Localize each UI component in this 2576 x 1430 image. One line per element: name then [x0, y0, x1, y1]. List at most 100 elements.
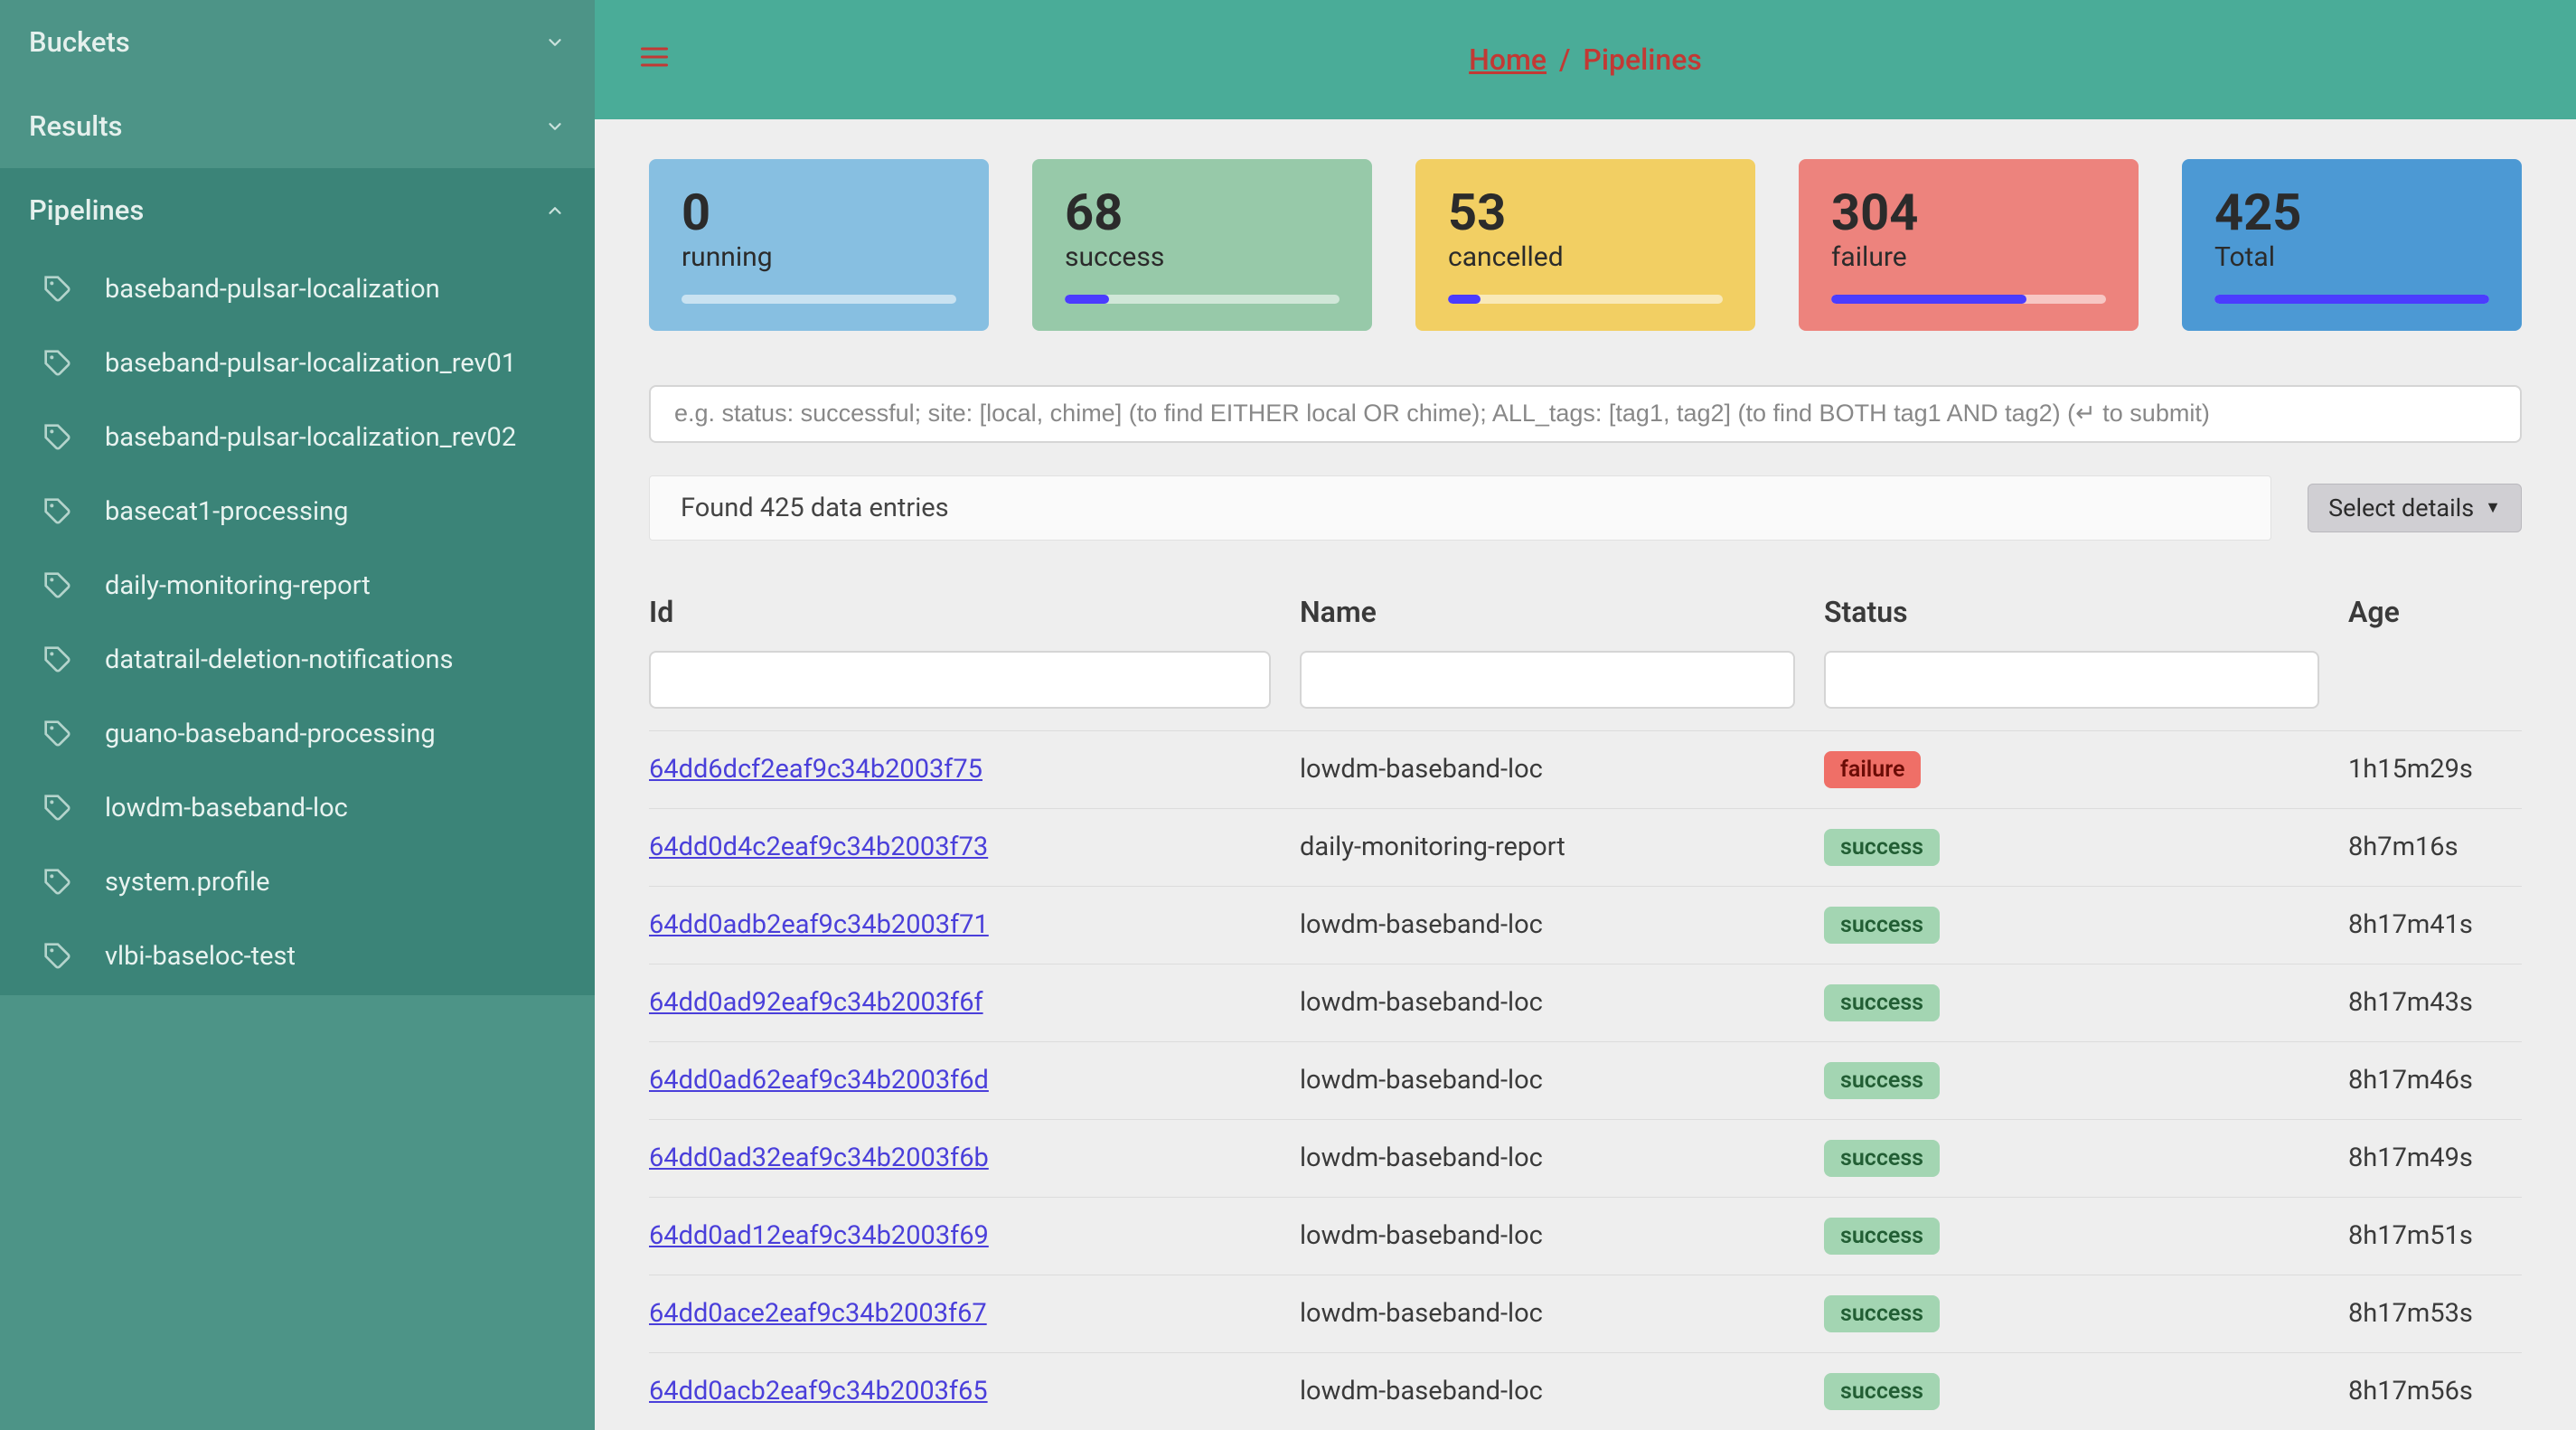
- breadcrumb-home[interactable]: Home: [1469, 42, 1547, 77]
- breadcrumb-separator: /: [1559, 42, 1570, 77]
- cell-name: lowdm-baseband-loc: [1300, 909, 1824, 940]
- stat-cards: 0 running 68 success 53 cancelled 304 fa…: [649, 159, 2522, 331]
- cell-name: lowdm-baseband-loc: [1300, 1376, 1824, 1406]
- card-value: 0: [682, 186, 956, 240]
- row-id-link[interactable]: 64dd0ace2eaf9c34b2003f67: [649, 1298, 987, 1329]
- sidebar-item[interactable]: system.profile: [0, 845, 595, 919]
- cell-age: 8h17m41s: [2348, 909, 2522, 940]
- th-name: Name: [1300, 595, 1824, 629]
- cell-id: 64dd0adb2eaf9c34b2003f71: [649, 909, 1300, 940]
- sidebar-item-label: datatrail-deletion-notifications: [105, 644, 453, 675]
- sidebar-section-buckets[interactable]: Buckets: [0, 0, 595, 84]
- filter-status-input[interactable]: [1824, 651, 2319, 709]
- sidebar-item[interactable]: baseband-pulsar-localization: [0, 252, 595, 326]
- content: 0 running 68 success 53 cancelled 304 fa…: [595, 119, 2576, 1430]
- row-id-link[interactable]: 64dd0ad62eaf9c34b2003f6d: [649, 1065, 989, 1096]
- search-wrap: [649, 385, 2522, 443]
- sidebar-item[interactable]: datatrail-deletion-notifications: [0, 623, 595, 697]
- sidebar-item[interactable]: basecat1-processing: [0, 475, 595, 549]
- cell-id: 64dd0acb2eaf9c34b2003f65: [649, 1376, 1300, 1406]
- sidebar-item[interactable]: baseband-pulsar-localization_rev01: [0, 326, 595, 400]
- card-label: Total: [2214, 241, 2489, 273]
- cell-name: lowdm-baseband-loc: [1300, 754, 1824, 785]
- sidebar-item-label: system.profile: [105, 867, 269, 898]
- card-running[interactable]: 0 running: [649, 159, 989, 331]
- status-badge: success: [1824, 1140, 1940, 1177]
- sidebar-item[interactable]: lowdm-baseband-loc: [0, 771, 595, 845]
- breadcrumb: Home / Pipelines: [1469, 42, 1702, 77]
- sidebar-item-label: basecat1-processing: [105, 496, 348, 527]
- card-progress: [2214, 295, 2489, 304]
- card-cancelled[interactable]: 53 cancelled: [1415, 159, 1755, 331]
- cell-id: 64dd0ad62eaf9c34b2003f6d: [649, 1065, 1300, 1096]
- sidebar-item[interactable]: daily-monitoring-report: [0, 549, 595, 623]
- cell-status: success: [1824, 1140, 2348, 1177]
- sidebar-item[interactable]: vlbi-baseloc-test: [0, 919, 595, 993]
- row-id-link[interactable]: 64dd0ad92eaf9c34b2003f6f: [649, 987, 983, 1018]
- row-id-link[interactable]: 64dd0adb2eaf9c34b2003f71: [649, 909, 989, 940]
- sidebar-section-label: Results: [29, 109, 123, 143]
- sidebar: Buckets Results Pipelines baseband-pulsa…: [0, 0, 595, 1430]
- sidebar-section-label: Pipelines: [29, 193, 144, 227]
- sidebar-section-label: Buckets: [29, 25, 130, 59]
- sidebar-item-label: baseband-pulsar-localization_rev01: [105, 348, 516, 379]
- row-id-link[interactable]: 64dd0d4c2eaf9c34b2003f73: [649, 832, 988, 862]
- table: Id Name Status Age 64dd6dcf2eaf9c34b2003…: [649, 595, 2522, 1430]
- table-row: 64dd0ad92eaf9c34b2003f6flowdm-baseband-l…: [649, 964, 2522, 1041]
- row-id-link[interactable]: 64dd6dcf2eaf9c34b2003f75: [649, 754, 982, 785]
- card-progress: [1448, 295, 1723, 304]
- table-body: 64dd6dcf2eaf9c34b2003f75 lowdm-baseband-l…: [649, 730, 2522, 1430]
- table-filters: [649, 651, 2522, 730]
- cell-name: lowdm-baseband-loc: [1300, 1220, 1824, 1251]
- status-badge: success: [1824, 1218, 1940, 1255]
- cell-status: success: [1824, 907, 2348, 944]
- status-badge: success: [1824, 907, 1940, 944]
- row-id-link[interactable]: 64dd0ad32eaf9c34b2003f6b: [649, 1143, 989, 1173]
- th-age: Age: [2348, 595, 2522, 629]
- card-label: cancelled: [1448, 241, 1723, 273]
- table-row: 64dd0ad62eaf9c34b2003f6d lowdm-baseband-l…: [649, 1041, 2522, 1119]
- card-total[interactable]: 425 Total: [2182, 159, 2522, 331]
- cell-name: lowdm-baseband-loc: [1300, 1298, 1824, 1329]
- sidebar-section-pipelines[interactable]: Pipelines: [0, 168, 595, 252]
- table-row: 64dd6dcf2eaf9c34b2003f75 lowdm-baseband-l…: [649, 730, 2522, 808]
- status-badge: success: [1824, 1295, 1940, 1332]
- table-row: 64dd0adb2eaf9c34b2003f71 lowdm-baseband-l…: [649, 886, 2522, 964]
- sidebar-item[interactable]: baseband-pulsar-localization_rev02: [0, 400, 595, 475]
- card-value: 68: [1065, 186, 1340, 240]
- card-label: success: [1065, 241, 1340, 273]
- cell-name: lowdm-baseband-loc: [1300, 1065, 1824, 1096]
- status-badge: success: [1824, 1373, 1940, 1410]
- sidebar-item-label: lowdm-baseband-loc: [105, 793, 348, 823]
- card-failure[interactable]: 304 failure: [1799, 159, 2139, 331]
- menu-icon[interactable]: [638, 41, 671, 80]
- main: Home / Pipelines 0 running 68 success 53…: [595, 0, 2576, 1430]
- sidebar-section-results[interactable]: Results: [0, 84, 595, 168]
- cell-status: success: [1824, 1062, 2348, 1099]
- cell-status: success: [1824, 1218, 2348, 1255]
- cell-id: 64dd0ace2eaf9c34b2003f67: [649, 1298, 1300, 1329]
- card-value: 304: [1831, 186, 2106, 240]
- cell-id: 64dd0ad92eaf9c34b2003f6f: [649, 987, 1300, 1018]
- sidebar-item[interactable]: guano-baseband-processing: [0, 697, 595, 771]
- breadcrumb-current: Pipelines: [1583, 42, 1701, 77]
- row-id-link[interactable]: 64dd0acb2eaf9c34b2003f65: [649, 1376, 988, 1406]
- filter-name-input[interactable]: [1300, 651, 1795, 709]
- cell-age: 1h15m29s: [2348, 754, 2522, 785]
- caret-down-icon: ▼: [2485, 498, 2501, 517]
- cell-age: 8h17m53s: [2348, 1298, 2522, 1329]
- cell-id: 64dd0d4c2eaf9c34b2003f73: [649, 832, 1300, 862]
- card-value: 425: [2214, 186, 2489, 240]
- sidebar-item-label: daily-monitoring-report: [105, 570, 371, 601]
- card-success[interactable]: 68 success: [1032, 159, 1372, 331]
- entries-count: Found 425 data entries: [649, 475, 2271, 541]
- th-status: Status: [1824, 595, 2348, 629]
- select-details-button[interactable]: Select details ▼: [2308, 484, 2522, 532]
- cell-status: success: [1824, 1295, 2348, 1332]
- sidebar-item-label: vlbi-baseloc-test: [105, 941, 296, 972]
- cell-status: success: [1824, 1373, 2348, 1410]
- row-id-link[interactable]: 64dd0ad12eaf9c34b2003f69: [649, 1220, 989, 1251]
- entries-row: Found 425 data entries Select details ▼: [649, 475, 2522, 541]
- filter-id-input[interactable]: [649, 651, 1271, 709]
- search-input[interactable]: [649, 385, 2522, 443]
